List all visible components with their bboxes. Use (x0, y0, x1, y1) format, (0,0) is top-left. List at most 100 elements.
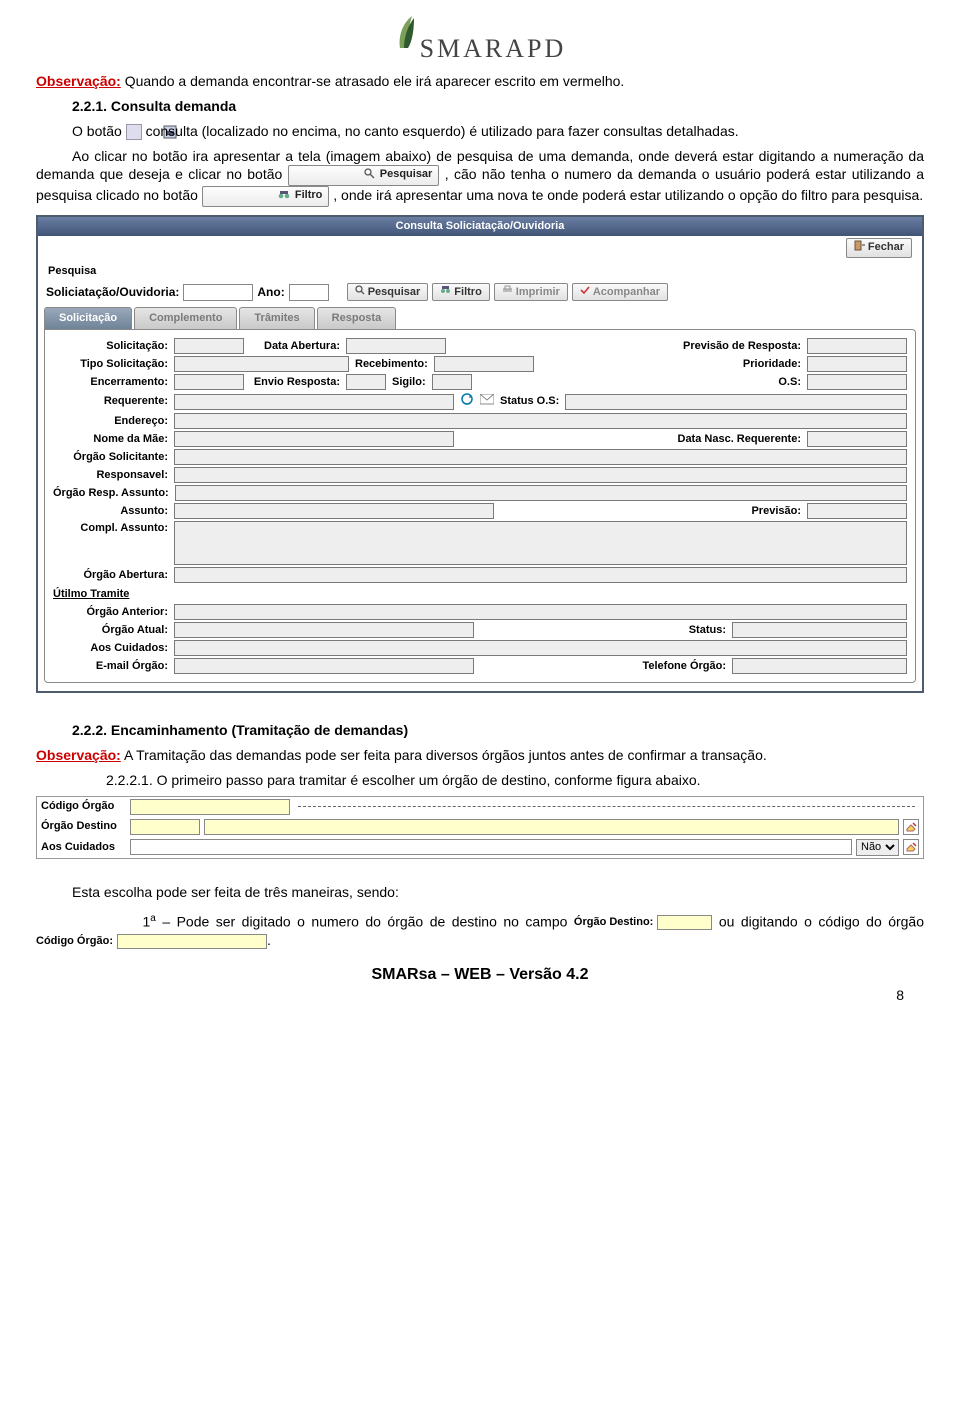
lbl-orgao-anterior: Órgão Anterior: (53, 605, 168, 620)
btn-label: Filtro (454, 285, 482, 300)
inp-orgao-solic[interactable] (174, 449, 907, 465)
binoculars-icon (242, 189, 290, 205)
lbl-email-orgao: E-mail Órgão: (53, 659, 168, 674)
inp-prioridade[interactable] (807, 356, 907, 372)
text: consulta (localizado no encima, no canto… (146, 123, 739, 139)
brand-logo: SMARAPD (36, 14, 924, 66)
tab-complemento[interactable]: Complemento (134, 307, 237, 329)
inp-orgao-destino-name[interactable] (204, 819, 899, 835)
inp-aos-cuidados2[interactable] (130, 839, 852, 855)
section-222-heading: 2.2.2. Encaminhamento (Tramitação de dem… (72, 721, 924, 740)
tabs: Solicitação Complemento Trâmites Respost… (38, 307, 922, 329)
codigo-orgao-inline: Código Órgão: (36, 934, 267, 949)
observation-label: Observação: (36, 747, 121, 763)
section-title: Encaminhamento (Tramitação de demandas) (111, 722, 408, 738)
binoculars-icon (440, 285, 451, 300)
consulta-window: Consulta Soliciatação/Ouvidoria Fechar P… (36, 215, 924, 693)
inp-os[interactable] (807, 374, 907, 390)
pesquisar-button[interactable]: Pesquisar (347, 283, 429, 302)
btn-label: Fechar (868, 240, 904, 255)
lbl-solicitacao: Solicitação: (53, 339, 168, 354)
lbl-orgao-destino: Órgão Destino (41, 819, 126, 834)
lbl-assunto: Assunto: (53, 504, 168, 519)
para-end-a: Esta escolha pode ser feita de três mane… (72, 883, 924, 902)
observation-text: Quando a demanda encontrar-se atrasado e… (121, 73, 625, 89)
tab-tramites[interactable]: Trâmites (239, 307, 314, 329)
orgao-destino-inline-field[interactable] (657, 915, 712, 930)
lbl-status-os: Status O.S: (500, 394, 559, 409)
inp-compl-assunto[interactable] (174, 521, 907, 565)
section-num: 2.2.2.1. (106, 772, 153, 788)
inp-solicitacao[interactable] (174, 338, 244, 354)
inp-telefone-orgao[interactable] (732, 658, 907, 674)
magnifier-icon (355, 285, 365, 300)
inp-endereco[interactable] (174, 413, 907, 429)
section-2221: 2.2.2.1. O primeiro passo para tramitar … (106, 771, 924, 790)
filtro-button[interactable]: Filtro (432, 283, 490, 302)
acompanhar-button[interactable]: Acompanhar (572, 283, 668, 302)
ultimo-tramite-header: Útilmo Tramite (53, 587, 907, 602)
inp-sigilo[interactable] (432, 374, 472, 390)
ano-label: Ano: (257, 284, 284, 300)
lbl-envio-resposta: Envio Resposta: (250, 375, 340, 390)
inp-recebimento[interactable] (434, 356, 534, 372)
observation-label: Observação: (36, 73, 121, 89)
inp-aos-cuidados[interactable] (174, 640, 907, 656)
inp-previsao[interactable] (807, 503, 907, 519)
observation-1: Observação: Quando a demanda encontrar-s… (36, 72, 924, 91)
fechar-button[interactable]: Fechar (846, 238, 912, 258)
form-body: Solicitação: Data Abertura: Previsão de … (44, 329, 916, 683)
clear-button[interactable] (903, 819, 919, 835)
tab-solicitacao[interactable]: Solicitação (44, 307, 132, 329)
inp-requerente[interactable] (174, 394, 454, 410)
refresh-icon[interactable] (460, 392, 474, 411)
footer-line: SMARsa – WEB – Versão 4.2 (36, 964, 924, 986)
solicitacao-input[interactable] (183, 284, 253, 301)
inp-orgao-resp-assunto[interactable] (175, 485, 907, 501)
inp-responsavel[interactable] (174, 467, 907, 483)
lbl: Órgão Destino: (574, 915, 653, 930)
lbl-os: O.S: (778, 375, 801, 390)
lbl-status: Status: (689, 623, 726, 638)
lbl: Código Órgão: (36, 934, 113, 949)
lbl-orgao-solic: Órgão Solicitante: (53, 450, 168, 465)
inp-status[interactable] (732, 622, 907, 638)
para-end-b: 1a – Pode ser digitado o numero do órgão… (36, 912, 924, 950)
lbl-tipo-solicitacao: Tipo Solicitação: (53, 357, 168, 372)
inp-data-abertura[interactable] (346, 338, 446, 354)
inp-email-orgao[interactable] (174, 658, 474, 674)
inp-orgao-atual[interactable] (174, 622, 474, 638)
clear-button-2[interactable] (903, 839, 919, 855)
inp-orgao-abertura[interactable] (174, 567, 907, 583)
inp-assunto[interactable] (174, 503, 494, 519)
tab-resposta[interactable]: Resposta (317, 307, 397, 329)
sel-nao[interactable]: Não (856, 839, 899, 856)
lbl-aos-cuidados2: Aos Cuidados (41, 840, 126, 855)
section-num: 2.2.2. (72, 722, 107, 738)
ano-input[interactable] (289, 284, 329, 301)
inp-orgao-destino-code[interactable] (130, 819, 200, 835)
observation-2: Observação: A Tramitação das demandas po… (36, 746, 924, 765)
inp-envio-resposta[interactable] (346, 374, 386, 390)
codigo-orgao-inline-field[interactable] (117, 934, 267, 949)
lbl-aos-cuidados: Aos Cuidados: (53, 641, 168, 656)
imprimir-button[interactable]: Imprimir (494, 283, 568, 302)
mail-icon[interactable] (480, 394, 494, 410)
btn-label: Acompanhar (593, 285, 660, 300)
inp-tipo-solicitacao[interactable] (174, 356, 349, 372)
para-221a: O botão consulta (localizado no encima, … (36, 122, 924, 141)
window-title: Consulta Soliciatação/Ouvidoria (38, 217, 922, 236)
inp-nome-mae[interactable] (174, 431, 454, 447)
inp-status-os[interactable] (565, 394, 907, 410)
btn-label: Pesquisar (380, 168, 433, 180)
lbl-telefone-orgao: Telefone Órgão: (642, 659, 726, 674)
inp-codigo-orgao[interactable] (130, 799, 290, 815)
inp-encerramento[interactable] (174, 374, 244, 390)
inp-orgao-anterior[interactable] (174, 604, 907, 620)
inp-previsao-resposta[interactable] (807, 338, 907, 354)
lbl-prioridade: Prioridade: (743, 357, 801, 372)
encaminhamento-box: Código Órgão Órgão Destino Aos Cuidados … (36, 796, 924, 859)
solicitacao-label: Soliciatação/Ouvidoria: (46, 284, 179, 300)
inp-data-nasc[interactable] (807, 431, 907, 447)
observation-text: A Tramitação das demandas pode ser feita… (121, 747, 767, 763)
